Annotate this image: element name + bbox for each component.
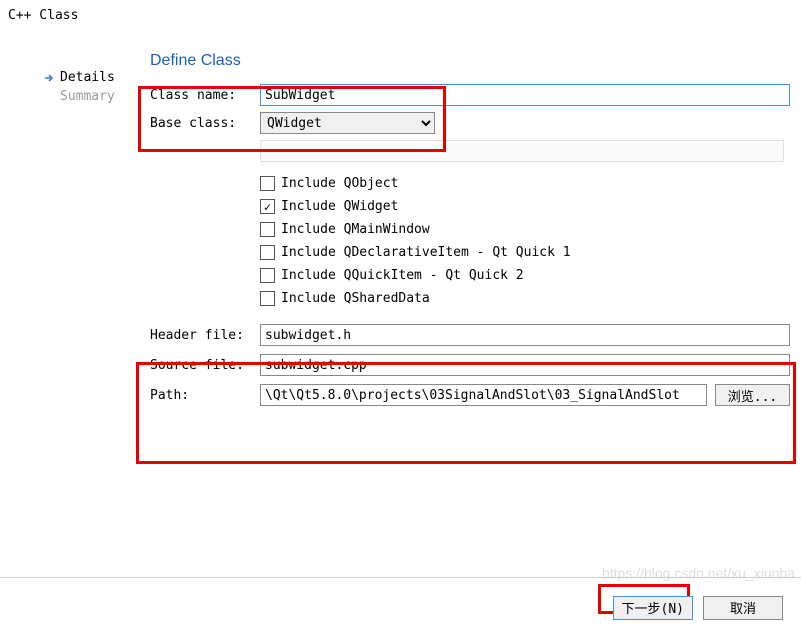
next-button[interactable]: 下一步(N) — [613, 596, 693, 620]
nav-details[interactable]: Details — [44, 70, 134, 85]
checkbox-icon[interactable] — [260, 245, 275, 260]
cb-label: Include QObject — [281, 176, 398, 191]
cb-label: Include QDeclarativeItem - Qt Quick 1 — [281, 245, 571, 260]
cb-qquickitem[interactable]: Include QQuickItem - Qt Quick 2 — [260, 268, 790, 283]
arrow-right-icon — [44, 72, 56, 84]
page-heading: Define Class — [150, 52, 790, 70]
nav-summary[interactable]: Summary — [44, 89, 134, 104]
cb-qmainwindow[interactable]: Include QMainWindow — [260, 222, 790, 237]
header-file-row: Header file: — [150, 324, 790, 346]
window-title: C++ Class — [8, 8, 78, 23]
wizard-nav: Details Summary — [44, 70, 134, 108]
cb-label: Include QQuickItem - Qt Quick 2 — [281, 268, 524, 283]
checkbox-icon[interactable] — [260, 176, 275, 191]
header-file-label: Header file: — [150, 328, 256, 343]
highlight-box-2 — [136, 362, 796, 464]
cb-qdeclarativeitem[interactable]: Include QDeclarativeItem - Qt Quick 1 — [260, 245, 790, 260]
button-bar: 下一步(N) 取消 — [0, 577, 801, 637]
cancel-button[interactable]: 取消 — [703, 596, 783, 620]
header-file-input[interactable] — [260, 324, 790, 346]
checkbox-checked-icon[interactable]: ✓ — [260, 199, 275, 214]
cb-label: Include QMainWindow — [281, 222, 430, 237]
cb-label: Include QWidget — [281, 199, 398, 214]
highlight-box-1 — [138, 86, 446, 152]
checkbox-icon[interactable] — [260, 268, 275, 283]
nav-details-label: Details — [60, 70, 115, 85]
nav-summary-label: Summary — [60, 89, 115, 104]
checkbox-icon[interactable] — [260, 291, 275, 306]
checkbox-icon[interactable] — [260, 222, 275, 237]
cb-qshareddata[interactable]: Include QSharedData — [260, 291, 790, 306]
cb-qobject[interactable]: Include QObject — [260, 176, 790, 191]
include-checkboxes: Include QObject ✓ Include QWidget Includ… — [260, 176, 790, 306]
cb-qwidget[interactable]: ✓ Include QWidget — [260, 199, 790, 214]
cb-label: Include QSharedData — [281, 291, 430, 306]
